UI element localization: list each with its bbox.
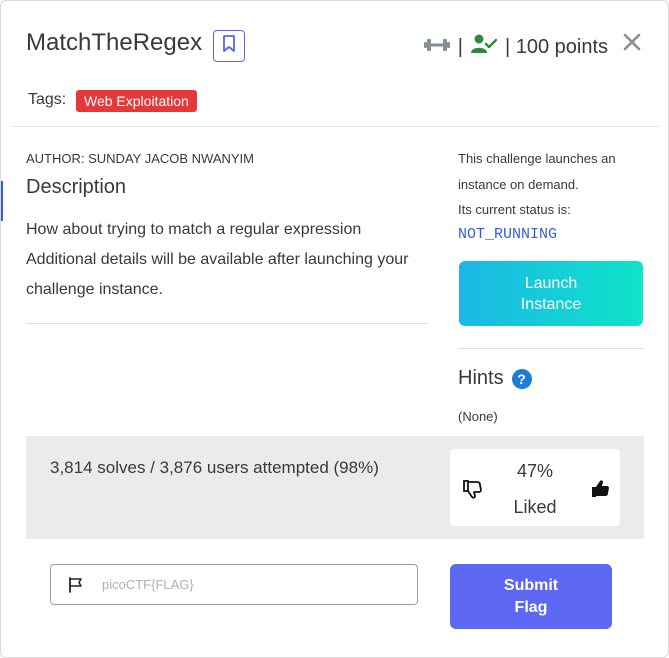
bookmark-icon xyxy=(222,34,236,58)
instance-info-line: This challenge launches an instance on d… xyxy=(458,151,616,192)
description-line: Additional details will be available aft… xyxy=(26,251,409,298)
bookmark-button[interactable] xyxy=(213,30,245,62)
focus-strip xyxy=(1,181,3,221)
user-check-icon xyxy=(470,34,498,60)
like-widget: 47% Liked xyxy=(450,449,620,526)
thumbs-up-button[interactable] xyxy=(591,479,611,499)
close-icon xyxy=(623,27,641,57)
challenge-title: MatchTheRegex xyxy=(26,29,203,56)
submit-button-label: Submit xyxy=(503,576,559,594)
hints-heading: Hints ? xyxy=(458,367,532,390)
flag-icon xyxy=(68,576,84,593)
thumbs-down-button[interactable] xyxy=(463,479,483,499)
hints-divider xyxy=(458,348,644,349)
submit-flag-button[interactable]: Submit Flag xyxy=(450,564,612,629)
challenge-modal: MatchTheRegex | | 100 points Tags: Web E… xyxy=(0,0,669,658)
tag-web-exploitation[interactable]: Web Exploitation xyxy=(76,90,197,112)
tags-label: Tags: xyxy=(28,91,67,108)
description-heading: Description xyxy=(26,176,127,198)
points-label: | 100 points xyxy=(504,35,608,58)
instance-status: NOT_RUNNING xyxy=(458,226,558,243)
launch-button-label: Instance xyxy=(520,295,582,313)
instance-info: This challenge launches an instance on d… xyxy=(458,146,648,223)
author-label: AUTHOR: SUNDAY JACOB NWANYIM xyxy=(26,151,255,166)
description-line: How about trying to match a regular expr… xyxy=(26,221,362,238)
help-icon[interactable]: ? xyxy=(511,368,532,389)
challenge-meta: | | 100 points xyxy=(423,34,608,60)
instance-info-line: Its current status is: xyxy=(458,202,571,217)
solves-count: 3,814 solves / 3,876 users attempted (98… xyxy=(50,458,379,477)
hints-none: (None) xyxy=(458,409,498,424)
dumbbell-icon xyxy=(423,36,450,59)
header-divider xyxy=(11,126,659,127)
launch-instance-button[interactable]: Launch Instance xyxy=(459,261,643,326)
description-body: How about trying to match a regular expr… xyxy=(26,215,426,305)
meta-separator: | xyxy=(457,35,463,58)
launch-button-label: Launch xyxy=(524,274,578,292)
stats-panel: 3,814 solves / 3,876 users attempted (98… xyxy=(26,436,644,539)
thumbs-up-icon xyxy=(591,480,611,503)
close-button[interactable] xyxy=(623,29,641,55)
thumbs-down-icon xyxy=(463,480,483,503)
description-divider xyxy=(26,323,428,324)
submit-button-label: Flag xyxy=(514,598,548,616)
flag-input-wrapper xyxy=(50,564,418,605)
flag-input[interactable] xyxy=(100,576,404,593)
hints-heading-text: Hints xyxy=(458,367,504,389)
